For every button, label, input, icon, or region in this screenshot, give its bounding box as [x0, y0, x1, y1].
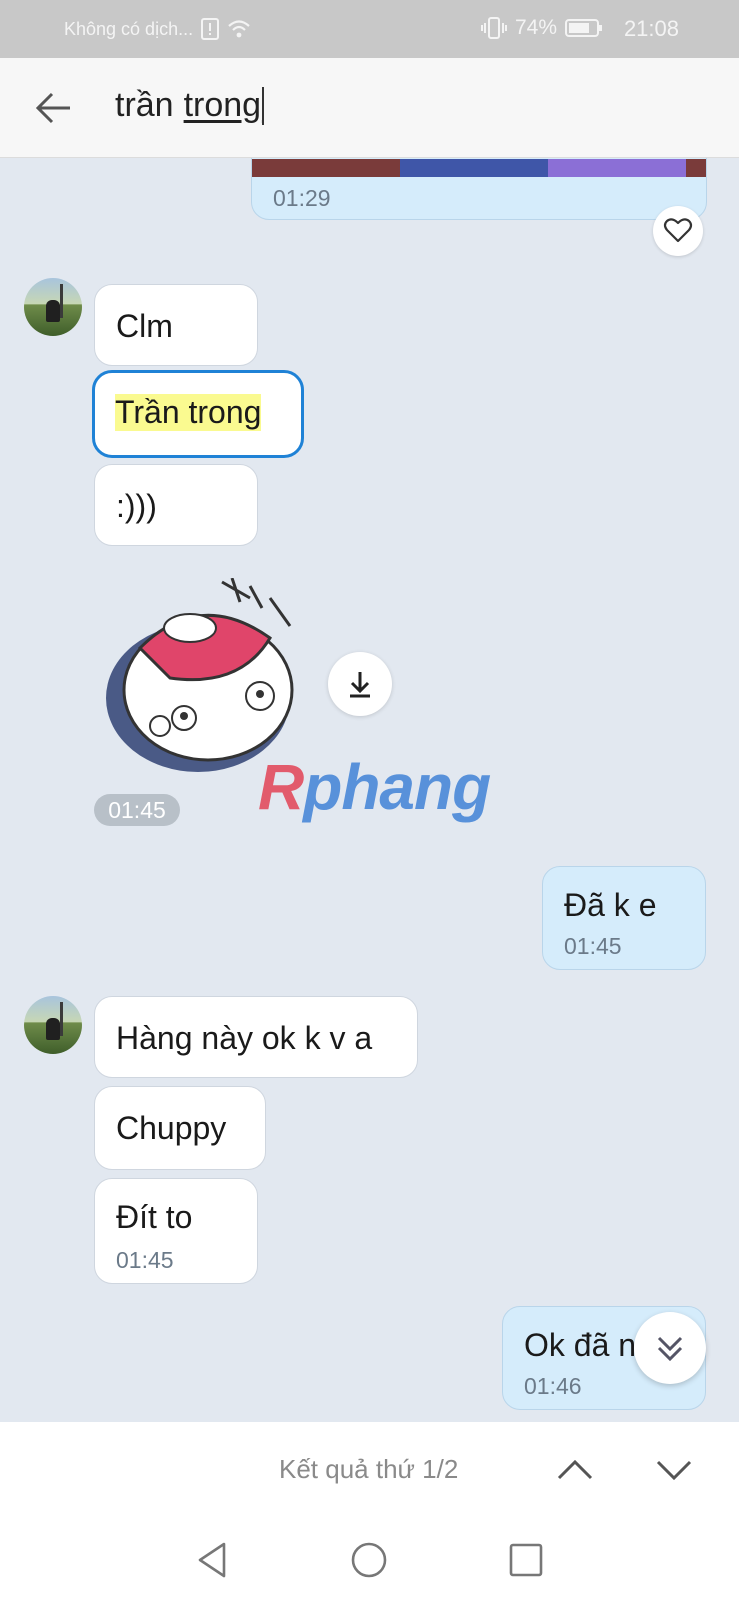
status-clock: 21:08 [623, 16, 679, 41]
sim-alert-icon [201, 18, 220, 40]
square-recents-icon [509, 1543, 543, 1577]
message-bubble[interactable]: Hàng này ok k v a [94, 996, 418, 1078]
vibrate-icon [480, 17, 507, 39]
wifi-icon [228, 20, 250, 38]
message-text: Đít to [116, 1199, 193, 1235]
search-result-bar: Kết quả thứ 1/2 [0, 1422, 739, 1518]
sticker-image[interactable] [100, 577, 310, 778]
system-back-button[interactable] [190, 1538, 234, 1582]
search-header: trần trong [0, 58, 739, 158]
circle-home-icon [351, 1542, 387, 1578]
triangle-back-icon [198, 1542, 226, 1578]
message-time: 01:46 [524, 1373, 582, 1399]
sender-avatar[interactable] [24, 278, 82, 336]
status-right: 74% [480, 16, 603, 40]
download-icon [350, 672, 370, 698]
react-heart-button[interactable] [653, 206, 703, 256]
battery-percent: 74% [514, 16, 557, 39]
message-text: Đã k e [564, 887, 657, 923]
message-time: 01:29 [273, 185, 331, 211]
message-time: 01:45 [116, 1247, 174, 1273]
status-bar: Không có dịch... 74% 21:08 [0, 0, 739, 58]
previous-result-button[interactable] [551, 1446, 599, 1494]
download-sticker-button[interactable] [328, 652, 392, 716]
search-input[interactable]: trần trong [115, 86, 265, 125]
message-time: 01:45 [564, 933, 622, 959]
message-bubble[interactable]: Clm [94, 284, 258, 366]
search-query-word1: trần [115, 86, 174, 124]
message-bubble[interactable]: :))) [94, 464, 258, 546]
message-text: Clm [116, 308, 173, 344]
highlighted-message-text: Trần trong [115, 394, 262, 431]
message-text: Ok đã n [524, 1327, 637, 1363]
status-left: Không có dịch... [64, 18, 251, 40]
message-bubble[interactable]: Chuppy [94, 1086, 266, 1170]
own-message-bubble[interactable]: Đã k e 01:45 [542, 866, 706, 970]
sticker-time: 01:45 [94, 794, 180, 826]
image-thumbnail[interactable] [252, 159, 706, 177]
watermark-logo: Rphang [258, 751, 491, 823]
double-chevron-down-icon [657, 1336, 683, 1362]
cat-sticker-icon [106, 577, 294, 772]
back-button[interactable] [32, 86, 76, 130]
message-text: Chuppy [116, 1110, 227, 1146]
system-home-button[interactable] [347, 1538, 391, 1582]
message-bubble[interactable]: Đít to 01:45 [94, 1178, 258, 1284]
message-text: :))) [116, 488, 157, 524]
search-match-bubble[interactable]: Trần trong [92, 370, 304, 458]
message-text: Hàng này ok k v a [116, 1020, 373, 1056]
system-navigation-bar [0, 1518, 739, 1600]
search-query-word2: trong [183, 86, 262, 124]
battery-icon [565, 19, 602, 37]
chat-area[interactable]: 01:29 Clm Trần trong :))) 01:45 Rphang Đ… [0, 158, 739, 1422]
system-recents-button[interactable] [504, 1538, 548, 1582]
result-counter: Kết quả thứ 1/2 [279, 1454, 459, 1484]
scroll-to-bottom-button[interactable] [634, 1312, 706, 1384]
sender-avatar[interactable] [24, 996, 82, 1054]
chevron-up-icon [557, 1459, 593, 1480]
next-result-button[interactable] [650, 1446, 698, 1494]
chevron-down-icon [656, 1460, 692, 1481]
back-arrow-icon [35, 92, 70, 124]
text-caret [262, 86, 265, 125]
heart-icon [663, 218, 693, 243]
carrier-label: Không có dịch... [64, 18, 194, 39]
image-message-bubble[interactable]: 01:29 [251, 158, 707, 220]
